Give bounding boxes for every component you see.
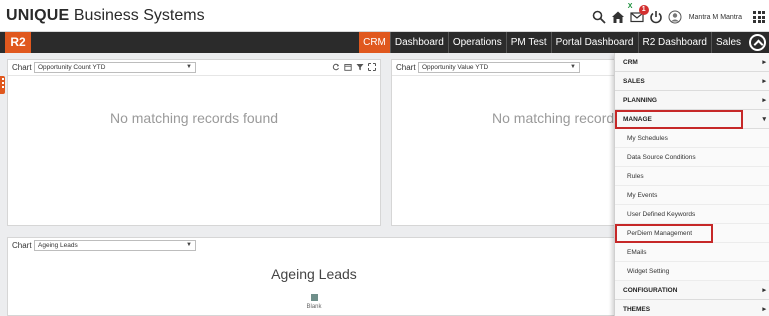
chart-title: Ageing Leads [271, 266, 357, 282]
nav-items: CRM Dashboard Operations PM Test Portal … [359, 32, 745, 53]
refresh-icon[interactable] [332, 63, 340, 71]
nav-item-portal-dashboard[interactable]: Portal Dashboard [550, 32, 638, 53]
power-icon[interactable] [649, 10, 663, 24]
submenu-item-my-schedules[interactable]: My Schedules [615, 129, 769, 148]
chart-legend: Blank [8, 294, 620, 310]
home-icon[interactable] [611, 10, 625, 24]
nav-item-crm[interactable]: CRM [359, 32, 390, 53]
mail-count-badge: 1 [638, 5, 649, 15]
r2-logo[interactable]: R2 [5, 32, 31, 53]
chevron-right-icon: ▸ [762, 287, 766, 294]
menu-item-crm[interactable]: CRM ▸ [615, 53, 769, 72]
dropdown-caret-icon: ▼ [186, 242, 192, 248]
panel-tools [332, 63, 376, 71]
dropdown-caret-icon: ▼ [570, 64, 576, 70]
brand-strong: UNIQUE [6, 7, 70, 24]
main-nav: R2 CRM Dashboard Operations PM Test Port… [0, 32, 769, 53]
chart-label: Chart [12, 241, 32, 250]
empty-state-message: No matching records found [492, 110, 621, 126]
nav-item-dashboard[interactable]: Dashboard [389, 32, 448, 53]
menu-item-themes[interactable]: THEMES ▸ [615, 300, 769, 316]
menu-item-label: PLANNING [623, 97, 657, 104]
chevron-down-icon: ▾ [762, 116, 766, 123]
menu-item-label: CONFIGURATION [623, 287, 678, 294]
chart-select[interactable]: Opportunity Count YTD ▼ [34, 62, 196, 73]
menu-item-label: SALES [623, 78, 645, 85]
panel-header: Chart Opportunity Count YTD ▼ [8, 60, 380, 76]
chevron-right-icon: ▸ [762, 306, 766, 313]
submenu-item-emails[interactable]: EMails [615, 243, 769, 262]
chart-panel-opportunity-value: Chart Opportunity Value YTD ▼ No matchin… [391, 59, 621, 226]
menu-item-configuration[interactable]: CONFIGURATION ▸ [615, 281, 769, 300]
panel-header: Chart Opportunity Value YTD ▼ [392, 60, 620, 76]
nav-item-r2-dashboard[interactable]: R2 Dashboard [637, 32, 711, 53]
nav-item-sales[interactable]: Sales [710, 32, 745, 53]
chart-panel-ageing-leads: Chart Ageing Leads ▼ Ageing Leads Blank [7, 237, 621, 316]
submenu-item-data-source-conditions[interactable]: Data Source Conditions [615, 148, 769, 167]
empty-state-message: No matching records found [109, 110, 279, 126]
highlight-manage [615, 110, 743, 129]
search-icon[interactable] [592, 10, 606, 24]
app-logo[interactable]: UNIQUE Business Systems [6, 7, 205, 25]
menu-item-label: CRM [623, 59, 638, 66]
brand-bar: UNIQUE Business Systems X 1 Mantra M Man… [0, 0, 769, 32]
user-avatar-icon[interactable] [668, 10, 682, 24]
side-panel-toggle[interactable] [0, 76, 5, 94]
submenu-item-user-defined-keywords[interactable]: User Defined Keywords [615, 205, 769, 224]
panel-header: Chart Ageing Leads ▼ [8, 238, 620, 254]
chevron-right-icon: ▸ [762, 97, 766, 104]
chart-select-value: Ageing Leads [38, 242, 78, 249]
excel-badge: X [627, 3, 633, 10]
chart-select-value: Opportunity Value YTD [422, 64, 489, 71]
chart-label: Chart [396, 63, 416, 72]
calendar-icon[interactable] [344, 63, 352, 71]
brand-rest: Business Systems [69, 7, 205, 24]
expand-icon[interactable] [368, 63, 376, 71]
menu-item-planning[interactable]: PLANNING ▸ [615, 91, 769, 110]
submenu-item-my-events[interactable]: My Events [615, 186, 769, 205]
submenu-item-widget-setting[interactable]: Widget Setting [615, 262, 769, 281]
chevron-right-icon: ▸ [762, 59, 766, 66]
nav-dropdown-menu: CRM ▸ SALES ▸ PLANNING ▸ MANAGE ▾ My Schedul… [614, 53, 769, 316]
legend-label: Blank [306, 304, 322, 310]
nav-item-operations[interactable]: Operations [447, 32, 506, 53]
apps-grid-icon[interactable] [753, 11, 765, 23]
scroll-up-icon[interactable] [749, 34, 766, 51]
mail-icon[interactable]: X 1 [628, 3, 649, 24]
chart-select-value: Opportunity Count YTD [38, 64, 106, 71]
menu-item-sales[interactable]: SALES ▸ [615, 72, 769, 91]
submenu-item-rules[interactable]: Rules [615, 167, 769, 186]
chevron-right-icon: ▸ [762, 78, 766, 85]
chart-panel-opportunity-count: Chart Opportunity Count YTD ▼ No matchin… [7, 59, 381, 226]
menu-item-label: THEMES [623, 306, 651, 313]
dropdown-caret-icon: ▼ [186, 64, 192, 70]
highlight-perdiem-management [615, 224, 713, 243]
chart-select[interactable]: Ageing Leads ▼ [34, 240, 196, 251]
chart-select[interactable]: Opportunity Value YTD ▼ [418, 62, 580, 73]
legend-swatch [310, 294, 318, 301]
chart-label: Chart [12, 63, 32, 72]
nav-item-pm-test[interactable]: PM Test [505, 32, 551, 53]
header-icons: X 1 Mantra M Mantra [592, 3, 765, 28]
filter-icon[interactable] [356, 63, 364, 71]
user-name[interactable]: Mantra M Mantra [689, 14, 742, 21]
